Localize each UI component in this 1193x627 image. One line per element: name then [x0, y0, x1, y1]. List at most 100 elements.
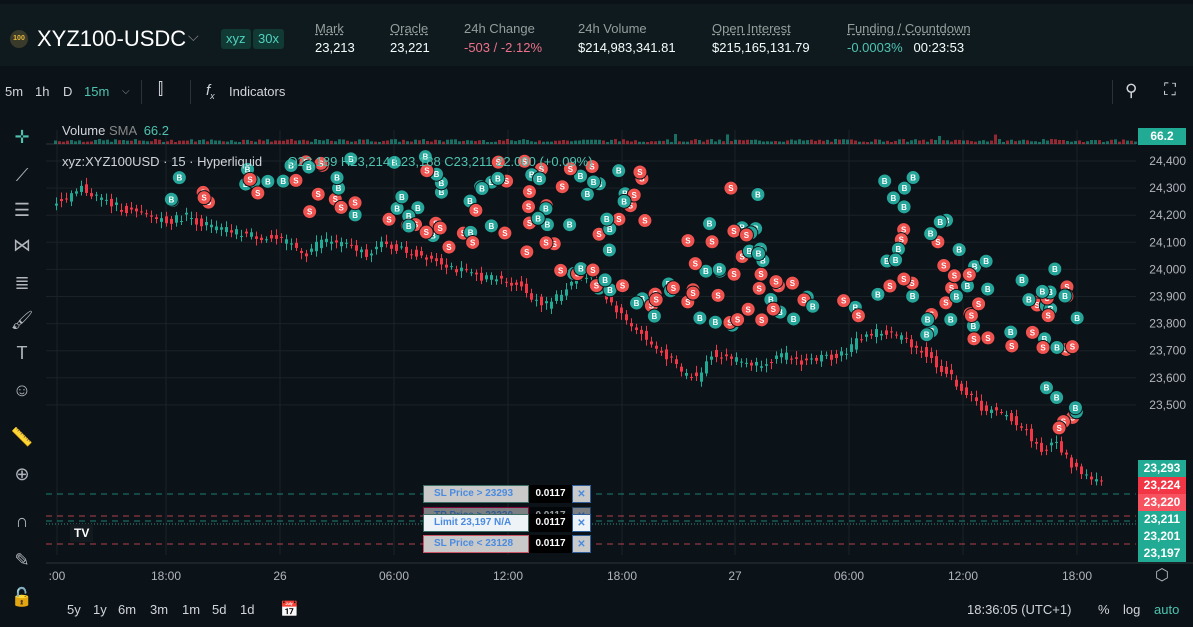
range-1m[interactable]: 1m: [182, 602, 200, 617]
order-limit[interactable]: Limit 23,197 N/A 0.0117 ✕: [423, 514, 591, 532]
lock-drawing-icon[interactable]: ✎: [10, 548, 34, 572]
sell-marker[interactable]: S: [538, 235, 554, 251]
buy-marker[interactable]: B: [711, 261, 727, 277]
order-label[interactable]: Limit 23,197 N/A: [423, 514, 529, 532]
sell-marker[interactable]: S: [242, 171, 258, 187]
sell-marker[interactable]: S: [936, 258, 952, 274]
stat-label[interactable]: Funding / Countdown: [847, 21, 971, 36]
order-sl-lower[interactable]: SL Price < 23128 0.0117 ✕: [423, 535, 591, 553]
sell-marker[interactable]: S: [497, 225, 513, 241]
sell-marker[interactable]: S: [751, 280, 767, 296]
buy-marker[interactable]: B: [329, 170, 345, 186]
sell-marker[interactable]: S: [768, 274, 784, 290]
crosshair-icon[interactable]: ✛: [10, 125, 34, 149]
auto-toggle[interactable]: auto: [1154, 602, 1179, 617]
sell-marker[interactable]: S: [614, 278, 630, 294]
pair-selector[interactable]: XYZ100-USDC: [37, 26, 186, 52]
buy-marker[interactable]: B: [692, 310, 708, 326]
fib-icon[interactable]: ≣: [10, 271, 34, 295]
price-chart[interactable]: 24,400 24,300 24,200 24,100 24,000 23,900 23,8…: [46, 115, 1193, 585]
settings-icon[interactable]: ⬡: [1155, 565, 1169, 585]
buy-marker[interactable]: B: [474, 181, 490, 197]
range-6m[interactable]: 6m: [118, 602, 136, 617]
buy-marker[interactable]: B: [877, 173, 893, 189]
buy-marker[interactable]: B: [702, 216, 718, 232]
function-icon[interactable]: fx: [206, 82, 215, 101]
sell-marker[interactable]: S: [685, 285, 701, 301]
zoom-in-icon[interactable]: ⊕: [10, 462, 34, 486]
sell-marker[interactable]: S: [418, 224, 434, 240]
sell-marker[interactable]: S: [1035, 340, 1051, 356]
buy-marker[interactable]: B: [586, 174, 602, 190]
sell-marker[interactable]: S: [302, 204, 318, 220]
sell-marker[interactable]: S: [637, 213, 653, 229]
buy-marker[interactable]: B: [786, 311, 802, 327]
sell-marker[interactable]: S: [521, 199, 537, 215]
buy-marker[interactable]: B: [751, 245, 767, 261]
buy-marker[interactable]: B: [707, 314, 723, 330]
buy-marker[interactable]: B: [1049, 339, 1065, 355]
sell-marker[interactable]: S: [946, 268, 962, 284]
sell-marker[interactable]: S: [347, 195, 363, 211]
sell-marker[interactable]: S: [196, 190, 212, 206]
indicators-button[interactable]: Indicators: [229, 84, 285, 99]
chevron-down-icon[interactable]: ⌵: [122, 86, 130, 97]
sell-marker[interactable]: S: [310, 186, 326, 202]
sell-marker[interactable]: S: [632, 164, 648, 180]
sell-marker[interactable]: S: [726, 266, 742, 282]
buy-marker[interactable]: B: [932, 214, 948, 230]
order-label[interactable]: SL Price > 23293: [423, 485, 529, 503]
buy-marker[interactable]: B: [562, 217, 578, 233]
range-1d[interactable]: 1d: [240, 602, 254, 617]
candle-type-icon[interactable]: ⫿: [158, 81, 163, 99]
sell-marker[interactable]: S: [704, 234, 720, 250]
sell-marker[interactable]: S: [1004, 338, 1020, 354]
buy-marker[interactable]: B: [1003, 324, 1019, 340]
sell-marker[interactable]: S: [966, 331, 982, 347]
sell-marker[interactable]: S: [896, 271, 912, 287]
buy-marker[interactable]: B: [629, 295, 645, 311]
sell-marker[interactable]: S: [710, 287, 726, 303]
sell-marker[interactable]: S: [680, 233, 696, 249]
range-5y[interactable]: 5y: [67, 602, 81, 617]
buy-marker[interactable]: B: [1067, 400, 1083, 416]
sell-marker[interactable]: S: [665, 280, 681, 296]
range-3m[interactable]: 3m: [150, 602, 168, 617]
sell-marker[interactable]: S: [1040, 308, 1056, 324]
trend-line-icon[interactable]: ⟋: [10, 163, 34, 187]
sell-marker[interactable]: S: [1064, 339, 1080, 355]
horizontal-lines-icon[interactable]: ☰: [10, 198, 34, 222]
sell-marker[interactable]: S: [553, 262, 569, 278]
date-range-icon[interactable]: 📅: [280, 600, 299, 618]
buy-marker[interactable]: B: [601, 242, 617, 258]
close-icon[interactable]: ✕: [572, 514, 591, 532]
stat-label[interactable]: Mark: [315, 21, 355, 36]
buy-marker[interactable]: B: [948, 288, 964, 304]
buy-marker[interactable]: B: [920, 312, 936, 328]
sell-marker[interactable]: S: [971, 296, 987, 312]
buy-marker[interactable]: B: [597, 272, 613, 288]
buy-marker[interactable]: B: [870, 286, 886, 302]
sell-marker[interactable]: S: [765, 301, 781, 317]
buy-marker[interactable]: B: [919, 327, 935, 343]
buy-marker[interactable]: B: [171, 170, 187, 186]
buy-marker[interactable]: B: [599, 211, 615, 227]
buy-marker[interactable]: B: [401, 218, 417, 234]
magnet-icon[interactable]: ∩: [10, 509, 34, 533]
buy-marker[interactable]: B: [905, 288, 921, 304]
buy-marker[interactable]: B: [1034, 283, 1050, 299]
sell-marker[interactable]: S: [333, 199, 349, 215]
clock-time[interactable]: 18:36:05 (UTC+1): [967, 602, 1071, 617]
log-toggle[interactable]: log: [1123, 602, 1140, 617]
sell-marker[interactable]: S: [961, 267, 977, 283]
ruler-icon[interactable]: 📏: [10, 425, 34, 449]
sell-marker[interactable]: S: [1024, 324, 1040, 340]
buy-marker[interactable]: B: [923, 226, 939, 242]
sell-marker[interactable]: S: [521, 184, 537, 200]
buy-marker[interactable]: B: [951, 242, 967, 258]
sell-marker[interactable]: S: [687, 256, 703, 272]
sell-marker[interactable]: S: [726, 223, 742, 239]
close-icon[interactable]: ✕: [572, 485, 591, 503]
sell-marker[interactable]: S: [740, 301, 756, 317]
buy-marker[interactable]: B: [1014, 272, 1030, 288]
